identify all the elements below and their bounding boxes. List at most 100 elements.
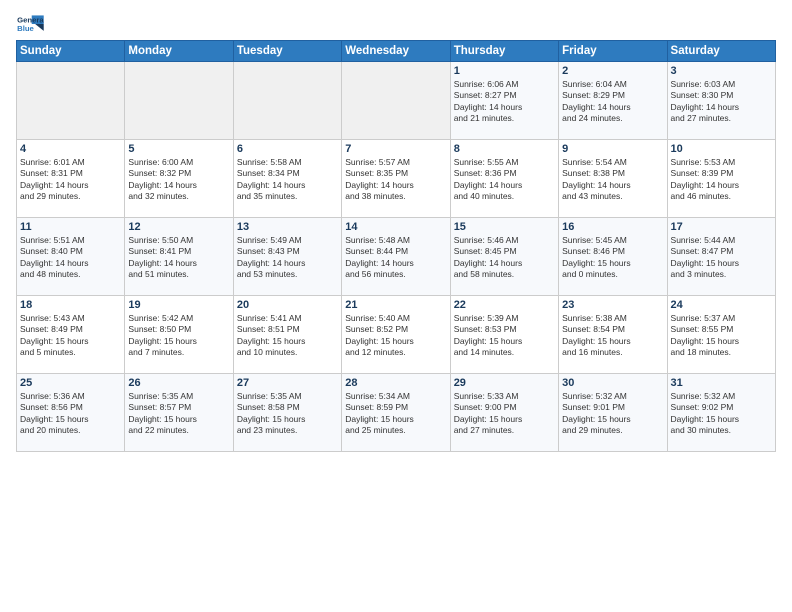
day-info: Sunrise: 5:45 AM Sunset: 8:46 PM Dayligh… xyxy=(562,235,663,281)
day-info: Sunrise: 5:53 AM Sunset: 8:39 PM Dayligh… xyxy=(671,157,772,203)
day-number: 7 xyxy=(345,143,446,155)
day-info: Sunrise: 5:35 AM Sunset: 8:58 PM Dayligh… xyxy=(237,391,338,437)
header: General Blue xyxy=(16,12,776,36)
svg-text:Blue: Blue xyxy=(17,24,34,33)
calendar-cell: 15Sunrise: 5:46 AM Sunset: 8:45 PM Dayli… xyxy=(450,218,558,296)
day-number: 21 xyxy=(345,299,446,311)
day-info: Sunrise: 5:57 AM Sunset: 8:35 PM Dayligh… xyxy=(345,157,446,203)
calendar-cell: 8Sunrise: 5:55 AM Sunset: 8:36 PM Daylig… xyxy=(450,140,558,218)
calendar-cell: 24 Sunrise: 5:37 AM Sunset: 8:55 PM Dayli… xyxy=(667,296,775,374)
calendar-cell: 11 Sunrise: 5:51 AM Sunset: 8:40 PM Dayli… xyxy=(17,218,125,296)
day-number: 16 xyxy=(562,221,663,233)
calendar-cell xyxy=(342,62,450,140)
calendar-cell: 29 Sunrise: 5:33 AM Sunset: 9:00 PM Dayli… xyxy=(450,374,558,452)
calendar-week-5: 25Sunrise: 5:36 AM Sunset: 8:56 PM Dayli… xyxy=(17,374,776,452)
day-number: 3 xyxy=(671,65,772,77)
weekday-header-row: SundayMondayTuesdayWednesdayThursdayFrid… xyxy=(17,41,776,62)
calendar-cell: 31 Sunrise: 5:32 AM Sunset: 9:02 PM Dayli… xyxy=(667,374,775,452)
calendar-week-3: 11 Sunrise: 5:51 AM Sunset: 8:40 PM Dayli… xyxy=(17,218,776,296)
calendar-cell: 18 Sunrise: 5:43 AM Sunset: 8:49 PM Dayli… xyxy=(17,296,125,374)
day-info: Sunrise: 5:33 AM Sunset: 9:00 PM Dayligh… xyxy=(454,391,555,437)
day-number: 14 xyxy=(345,221,446,233)
day-number: 10 xyxy=(671,143,772,155)
logo-icon: General Blue xyxy=(16,12,44,36)
day-number: 13 xyxy=(237,221,338,233)
weekday-header-saturday: Saturday xyxy=(667,41,775,62)
day-info: Sunrise: 6:03 AM Sunset: 8:30 PM Dayligh… xyxy=(671,79,772,125)
calendar-week-2: 4 Sunrise: 6:01 AM Sunset: 8:31 PM Daylig… xyxy=(17,140,776,218)
day-number: 11 xyxy=(20,221,121,233)
day-info: Sunrise: 5:54 AM Sunset: 8:38 PM Dayligh… xyxy=(562,157,663,203)
calendar-cell: 17Sunrise: 5:44 AM Sunset: 8:47 PM Dayli… xyxy=(667,218,775,296)
calendar-cell: 16 Sunrise: 5:45 AM Sunset: 8:46 PM Dayli… xyxy=(559,218,667,296)
weekday-header-thursday: Thursday xyxy=(450,41,558,62)
day-number: 6 xyxy=(237,143,338,155)
weekday-header-sunday: Sunday xyxy=(17,41,125,62)
calendar-cell: 9 Sunrise: 5:54 AM Sunset: 8:38 PM Daylig… xyxy=(559,140,667,218)
calendar-cell: 6 Sunrise: 5:58 AM Sunset: 8:34 PM Daylig… xyxy=(233,140,341,218)
day-info: Sunrise: 5:32 AM Sunset: 9:02 PM Dayligh… xyxy=(671,391,772,437)
calendar-cell: 21Sunrise: 5:40 AM Sunset: 8:52 PM Dayli… xyxy=(342,296,450,374)
day-number: 25 xyxy=(20,377,121,389)
day-number: 4 xyxy=(20,143,121,155)
day-info: Sunrise: 6:00 AM Sunset: 8:32 PM Dayligh… xyxy=(128,157,229,203)
calendar-cell: 4 Sunrise: 6:01 AM Sunset: 8:31 PM Daylig… xyxy=(17,140,125,218)
svg-text:General: General xyxy=(17,15,44,24)
calendar-cell: 25Sunrise: 5:36 AM Sunset: 8:56 PM Dayli… xyxy=(17,374,125,452)
day-number: 19 xyxy=(128,299,229,311)
calendar-cell: 14Sunrise: 5:48 AM Sunset: 8:44 PM Dayli… xyxy=(342,218,450,296)
day-number: 24 xyxy=(671,299,772,311)
day-number: 28 xyxy=(345,377,446,389)
page: General Blue SundayMondayTuesdayWednesda… xyxy=(0,0,792,612)
calendar-cell: 12Sunrise: 5:50 AM Sunset: 8:41 PM Dayli… xyxy=(125,218,233,296)
calendar-cell: 27 Sunrise: 5:35 AM Sunset: 8:58 PM Dayli… xyxy=(233,374,341,452)
calendar-week-1: 1 Sunrise: 6:06 AM Sunset: 8:27 PM Daylig… xyxy=(17,62,776,140)
logo: General Blue xyxy=(16,12,44,36)
calendar-cell: 3 Sunrise: 6:03 AM Sunset: 8:30 PM Daylig… xyxy=(667,62,775,140)
day-info: Sunrise: 6:01 AM Sunset: 8:31 PM Dayligh… xyxy=(20,157,121,203)
calendar-cell: 20 Sunrise: 5:41 AM Sunset: 8:51 PM Dayli… xyxy=(233,296,341,374)
day-info: Sunrise: 5:37 AM Sunset: 8:55 PM Dayligh… xyxy=(671,313,772,359)
calendar-cell: 5 Sunrise: 6:00 AM Sunset: 8:32 PM Daylig… xyxy=(125,140,233,218)
calendar-cell: 26Sunrise: 5:35 AM Sunset: 8:57 PM Dayli… xyxy=(125,374,233,452)
calendar-week-4: 18 Sunrise: 5:43 AM Sunset: 8:49 PM Dayli… xyxy=(17,296,776,374)
calendar-cell: 1 Sunrise: 6:06 AM Sunset: 8:27 PM Daylig… xyxy=(450,62,558,140)
day-number: 12 xyxy=(128,221,229,233)
day-info: Sunrise: 6:06 AM Sunset: 8:27 PM Dayligh… xyxy=(454,79,555,125)
day-number: 29 xyxy=(454,377,555,389)
calendar-cell: 13 Sunrise: 5:49 AM Sunset: 8:43 PM Dayli… xyxy=(233,218,341,296)
day-number: 26 xyxy=(128,377,229,389)
day-number: 27 xyxy=(237,377,338,389)
calendar-cell xyxy=(125,62,233,140)
day-info: Sunrise: 5:32 AM Sunset: 9:01 PM Dayligh… xyxy=(562,391,663,437)
calendar-cell: 22Sunrise: 5:39 AM Sunset: 8:53 PM Dayli… xyxy=(450,296,558,374)
day-info: Sunrise: 5:39 AM Sunset: 8:53 PM Dayligh… xyxy=(454,313,555,359)
calendar-cell: 23Sunrise: 5:38 AM Sunset: 8:54 PM Dayli… xyxy=(559,296,667,374)
calendar-cell: 30Sunrise: 5:32 AM Sunset: 9:01 PM Dayli… xyxy=(559,374,667,452)
calendar-cell: 28Sunrise: 5:34 AM Sunset: 8:59 PM Dayli… xyxy=(342,374,450,452)
weekday-header-tuesday: Tuesday xyxy=(233,41,341,62)
day-info: Sunrise: 5:43 AM Sunset: 8:49 PM Dayligh… xyxy=(20,313,121,359)
weekday-header-wednesday: Wednesday xyxy=(342,41,450,62)
day-info: Sunrise: 5:44 AM Sunset: 8:47 PM Dayligh… xyxy=(671,235,772,281)
day-number: 31 xyxy=(671,377,772,389)
calendar-cell xyxy=(233,62,341,140)
day-info: Sunrise: 5:55 AM Sunset: 8:36 PM Dayligh… xyxy=(454,157,555,203)
day-info: Sunrise: 5:51 AM Sunset: 8:40 PM Dayligh… xyxy=(20,235,121,281)
day-number: 20 xyxy=(237,299,338,311)
calendar-cell: 7 Sunrise: 5:57 AM Sunset: 8:35 PM Daylig… xyxy=(342,140,450,218)
calendar-table: SundayMondayTuesdayWednesdayThursdayFrid… xyxy=(16,40,776,452)
day-info: Sunrise: 5:41 AM Sunset: 8:51 PM Dayligh… xyxy=(237,313,338,359)
day-number: 5 xyxy=(128,143,229,155)
day-info: Sunrise: 5:58 AM Sunset: 8:34 PM Dayligh… xyxy=(237,157,338,203)
calendar-cell: 10 Sunrise: 5:53 AM Sunset: 8:39 PM Dayli… xyxy=(667,140,775,218)
day-number: 1 xyxy=(454,65,555,77)
day-number: 9 xyxy=(562,143,663,155)
calendar-cell: 19 Sunrise: 5:42 AM Sunset: 8:50 PM Dayli… xyxy=(125,296,233,374)
weekday-header-monday: Monday xyxy=(125,41,233,62)
day-number: 2 xyxy=(562,65,663,77)
day-info: Sunrise: 5:42 AM Sunset: 8:50 PM Dayligh… xyxy=(128,313,229,359)
day-number: 18 xyxy=(20,299,121,311)
calendar-cell: 2Sunrise: 6:04 AM Sunset: 8:29 PM Daylig… xyxy=(559,62,667,140)
day-info: Sunrise: 5:49 AM Sunset: 8:43 PM Dayligh… xyxy=(237,235,338,281)
